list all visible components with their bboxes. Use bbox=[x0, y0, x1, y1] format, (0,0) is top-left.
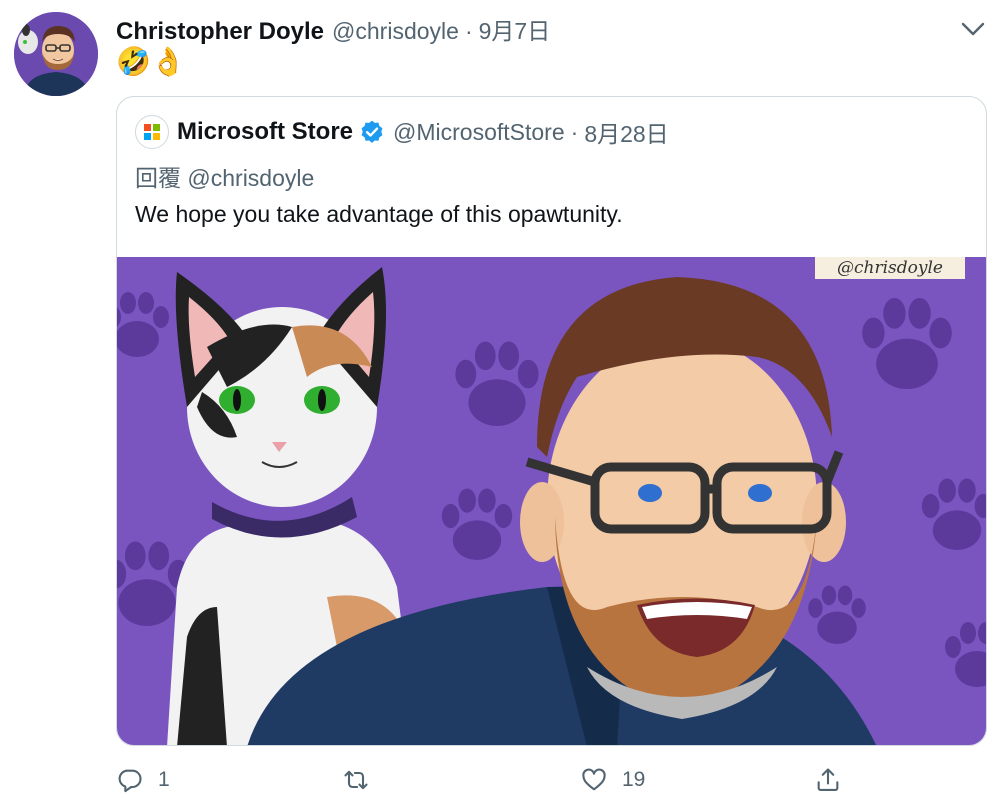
replying-to-label: 回覆 bbox=[135, 165, 181, 191]
reply-count: 1 bbox=[158, 768, 170, 791]
avatar-illustration bbox=[14, 12, 98, 96]
tweet-actions: 1 19 bbox=[116, 760, 876, 800]
quoted-author-name[interactable]: Microsoft Store bbox=[177, 118, 353, 146]
retweet-button[interactable] bbox=[342, 760, 384, 800]
quoted-tweet-text: We hope you take advantage of this opawt… bbox=[135, 201, 623, 227]
microsoft-logo-icon[interactable] bbox=[135, 115, 169, 149]
replying-to: 回覆 @chrisdoyle bbox=[135, 159, 314, 193]
reply-icon bbox=[118, 769, 142, 793]
media-watermark: @chrisdoyle bbox=[837, 258, 943, 278]
like-button[interactable]: 19 bbox=[580, 760, 645, 800]
author-name[interactable]: Christopher Doyle bbox=[116, 18, 324, 46]
tweet-date[interactable]: 9月7日 bbox=[479, 12, 551, 46]
tweet[interactable]: Christopher Doyle @chrisdoyle · 9月7日 🤣👌 … bbox=[0, 0, 1000, 809]
quoted-author-handle[interactable]: @MicrosoftStore bbox=[393, 119, 565, 146]
quoted-separator: · bbox=[570, 118, 579, 145]
share-button[interactable] bbox=[814, 760, 842, 800]
avatar[interactable] bbox=[14, 12, 98, 96]
quoted-tweet-date[interactable]: 8月28日 bbox=[584, 115, 668, 149]
quoted-tweet-header: Microsoft Store @MicrosoftStore · 8月28日 bbox=[135, 115, 669, 149]
separator: · bbox=[464, 18, 473, 44]
retweet-icon bbox=[344, 770, 368, 790]
heart-icon bbox=[582, 768, 606, 791]
quoted-tweet[interactable]: Microsoft Store @MicrosoftStore · 8月28日 … bbox=[116, 96, 987, 746]
tweet-text: 🤣👌 bbox=[116, 46, 186, 77]
share-icon bbox=[817, 768, 839, 791]
chevron-down-icon bbox=[961, 22, 985, 36]
reply-button[interactable]: 1 bbox=[116, 760, 170, 800]
like-count: 19 bbox=[622, 768, 646, 791]
tweet-header: Christopher Doyle @chrisdoyle · 9月7日 bbox=[116, 12, 550, 45]
media-illustration: @chrisdoyle bbox=[117, 257, 986, 745]
replying-to-handle[interactable]: @chrisdoyle bbox=[187, 165, 314, 191]
quoted-tweet-media[interactable]: @chrisdoyle bbox=[117, 257, 986, 745]
more-button[interactable] bbox=[958, 16, 988, 42]
author-handle[interactable]: @chrisdoyle bbox=[332, 18, 459, 45]
verified-badge-icon bbox=[361, 120, 383, 143]
